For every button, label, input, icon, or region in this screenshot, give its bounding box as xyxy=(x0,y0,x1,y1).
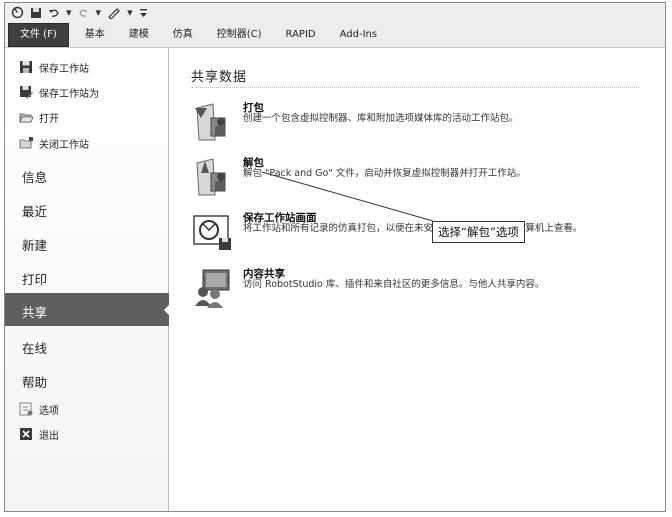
options-icon xyxy=(19,402,33,416)
section-title: 共享数据 xyxy=(191,70,248,85)
category-share: 共享 xyxy=(22,305,48,320)
category-info[interactable]: 信息 xyxy=(22,167,47,186)
tab-file[interactable]: 文件 (F) xyxy=(8,22,69,47)
exit-label: 退出 xyxy=(39,430,59,442)
save-as-icon xyxy=(19,85,33,99)
content-sharing-icon xyxy=(191,266,235,310)
save-station-command[interactable]: 保存工作站 xyxy=(19,58,89,76)
redo-dropdown-icon[interactable]: ▾ xyxy=(96,6,102,20)
section-divider xyxy=(191,87,639,88)
open-label: 打开 xyxy=(39,113,59,125)
unpack-option[interactable]: 解包 解包 "Pack and Go" 文件，启动并恢复虚拟控制器并打开工作站。 xyxy=(191,155,631,199)
open-command[interactable]: 打开 xyxy=(19,108,59,126)
content-sharing-option[interactable]: 内容共享 访问 RobotStudio 库、插件和来自社区的更多信息。与他人共享… xyxy=(191,266,631,310)
close-station-icon xyxy=(19,136,33,150)
save-station-as-label: 保存工作站为 xyxy=(39,88,99,100)
category-online[interactable]: 在线 xyxy=(22,338,47,357)
pen-dropdown-icon[interactable]: ▾ xyxy=(127,6,133,20)
pen-tool-icon[interactable] xyxy=(107,6,121,20)
save-station-as-command[interactable]: 保存工作站为 xyxy=(19,83,99,101)
tab-simulation[interactable]: 仿真 xyxy=(161,22,205,48)
category-recent[interactable]: 最近 xyxy=(22,201,47,220)
exit-command[interactable]: 退出 xyxy=(19,425,59,443)
save-icon xyxy=(19,60,33,74)
share-panel: 共享数据 打包 创建一个包含虚拟控制器、库和附加选项媒体库的活动工作站包。 解包… xyxy=(170,48,665,511)
save-station-label: 保存工作站 xyxy=(39,63,89,75)
redo-icon[interactable] xyxy=(78,6,90,20)
tab-controller[interactable]: 控制器(C) xyxy=(205,22,274,48)
quick-access-toolbar: ▾ ▾ ▾ xyxy=(5,3,665,22)
pack-and-go-option[interactable]: 打包 创建一个包含虚拟控制器、库和附加选项媒体库的活动工作站包。 xyxy=(191,100,631,144)
tab-basic[interactable]: 基本 xyxy=(73,22,117,48)
save-station-viewer-option[interactable]: 保存工作站画面 将工作站和所有记录的仿真打包，以便在未安装 RobotStudi… xyxy=(191,210,631,254)
tab-rapid[interactable]: RAPID xyxy=(274,22,328,48)
category-help[interactable]: 帮助 xyxy=(22,372,47,391)
options-label: 选项 xyxy=(39,405,59,417)
pack-icon xyxy=(191,100,235,144)
close-station-label: 关闭工作站 xyxy=(39,139,89,151)
category-share-selected[interactable]: 共享 xyxy=(5,293,170,326)
ribbon-tab-bar: 文件 (F) 基本 建模 仿真 控制器(C) RAPID Add-Ins xyxy=(5,22,665,48)
annotation-callout: 选择“解包”选项 xyxy=(432,221,525,243)
undo-dropdown-icon[interactable]: ▾ xyxy=(66,6,72,20)
unpack-icon xyxy=(191,155,235,199)
app-logo-icon[interactable] xyxy=(11,6,24,20)
save-station-viewer-icon xyxy=(191,210,235,254)
application-window: ▾ ▾ ▾ 文件 (F) 基本 建模 仿真 控制器(C) RAPID Add-I… xyxy=(4,2,666,512)
options-command[interactable]: 选项 xyxy=(19,400,59,418)
category-new[interactable]: 新建 xyxy=(22,235,47,254)
unpack-description: 解包 "Pack and Go" 文件，启动并恢复虚拟控制器并打开工作站。 xyxy=(243,168,526,179)
exit-icon xyxy=(19,427,33,441)
category-print[interactable]: 打印 xyxy=(22,269,47,288)
content-sharing-description: 访问 RobotStudio 库、插件和来自社区的更多信息。与他人共享内容。 xyxy=(243,279,545,290)
backstage-sidebar: 保存工作站 保存工作站为 打开 关闭工作站 信息 最近 新建 打印 共享 在线 … xyxy=(5,48,170,511)
close-station-command[interactable]: 关闭工作站 xyxy=(19,134,89,152)
save-icon[interactable] xyxy=(30,6,42,20)
undo-icon[interactable] xyxy=(48,6,60,20)
open-folder-icon xyxy=(19,110,34,124)
tab-modeling[interactable]: 建模 xyxy=(117,22,161,48)
pack-description: 创建一个包含虚拟控制器、库和附加选项媒体库的活动工作站包。 xyxy=(243,113,519,124)
tab-addins[interactable]: Add-Ins xyxy=(328,22,389,48)
customize-toolbar-icon[interactable] xyxy=(139,6,148,20)
